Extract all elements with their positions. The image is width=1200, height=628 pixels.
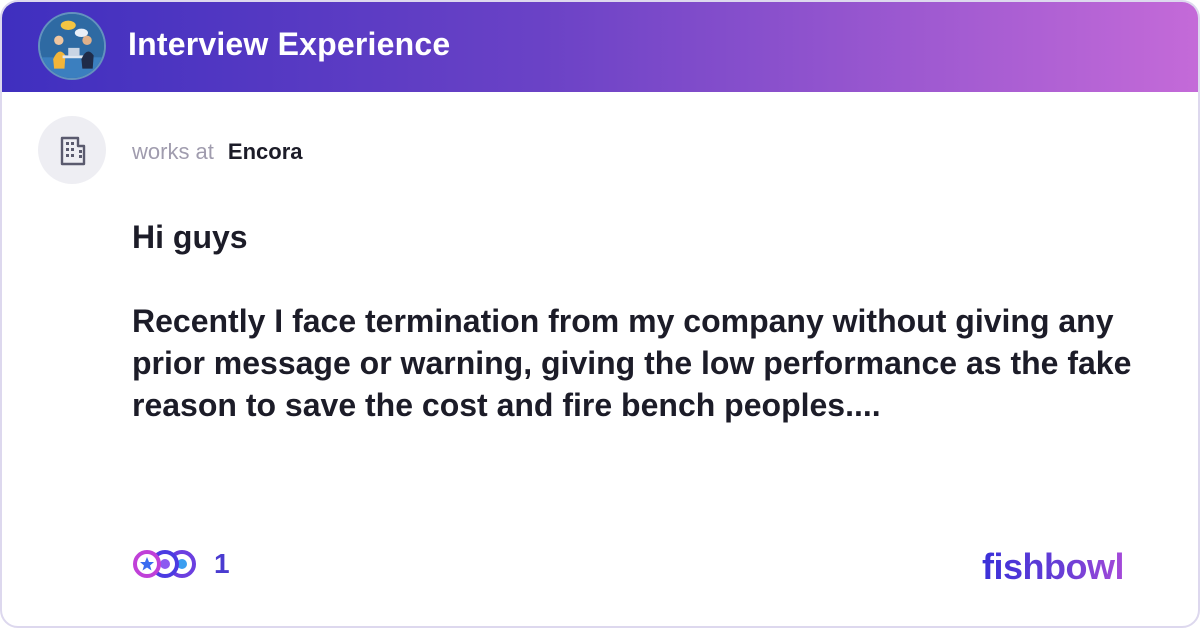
author-byline: works at Encora (132, 139, 303, 165)
building-icon (60, 136, 86, 166)
works-at-label: works at (132, 139, 214, 164)
company-avatar[interactable] (38, 116, 106, 184)
reactions-summary[interactable]: 1 (132, 548, 230, 580)
reaction-count: 1 (214, 548, 230, 579)
post-content[interactable]: Hi guys Recently I face termination from… (132, 216, 1162, 426)
bowl-title[interactable]: Interview Experience (128, 26, 450, 63)
post-card[interactable]: Interview Experience works at Encora Hi … (0, 0, 1200, 628)
post-text: Recently I face termination from my comp… (132, 303, 1132, 423)
post-spacer (132, 258, 1162, 300)
reaction-icons (132, 549, 198, 579)
post-greeting: Hi guys (132, 219, 248, 255)
company-name-link[interactable]: Encora (228, 139, 303, 165)
fishbowl-logo[interactable]: fishbowl (982, 546, 1125, 588)
bowl-avatar-icon[interactable] (38, 12, 106, 80)
bowl-header: Interview Experience (2, 2, 1198, 92)
